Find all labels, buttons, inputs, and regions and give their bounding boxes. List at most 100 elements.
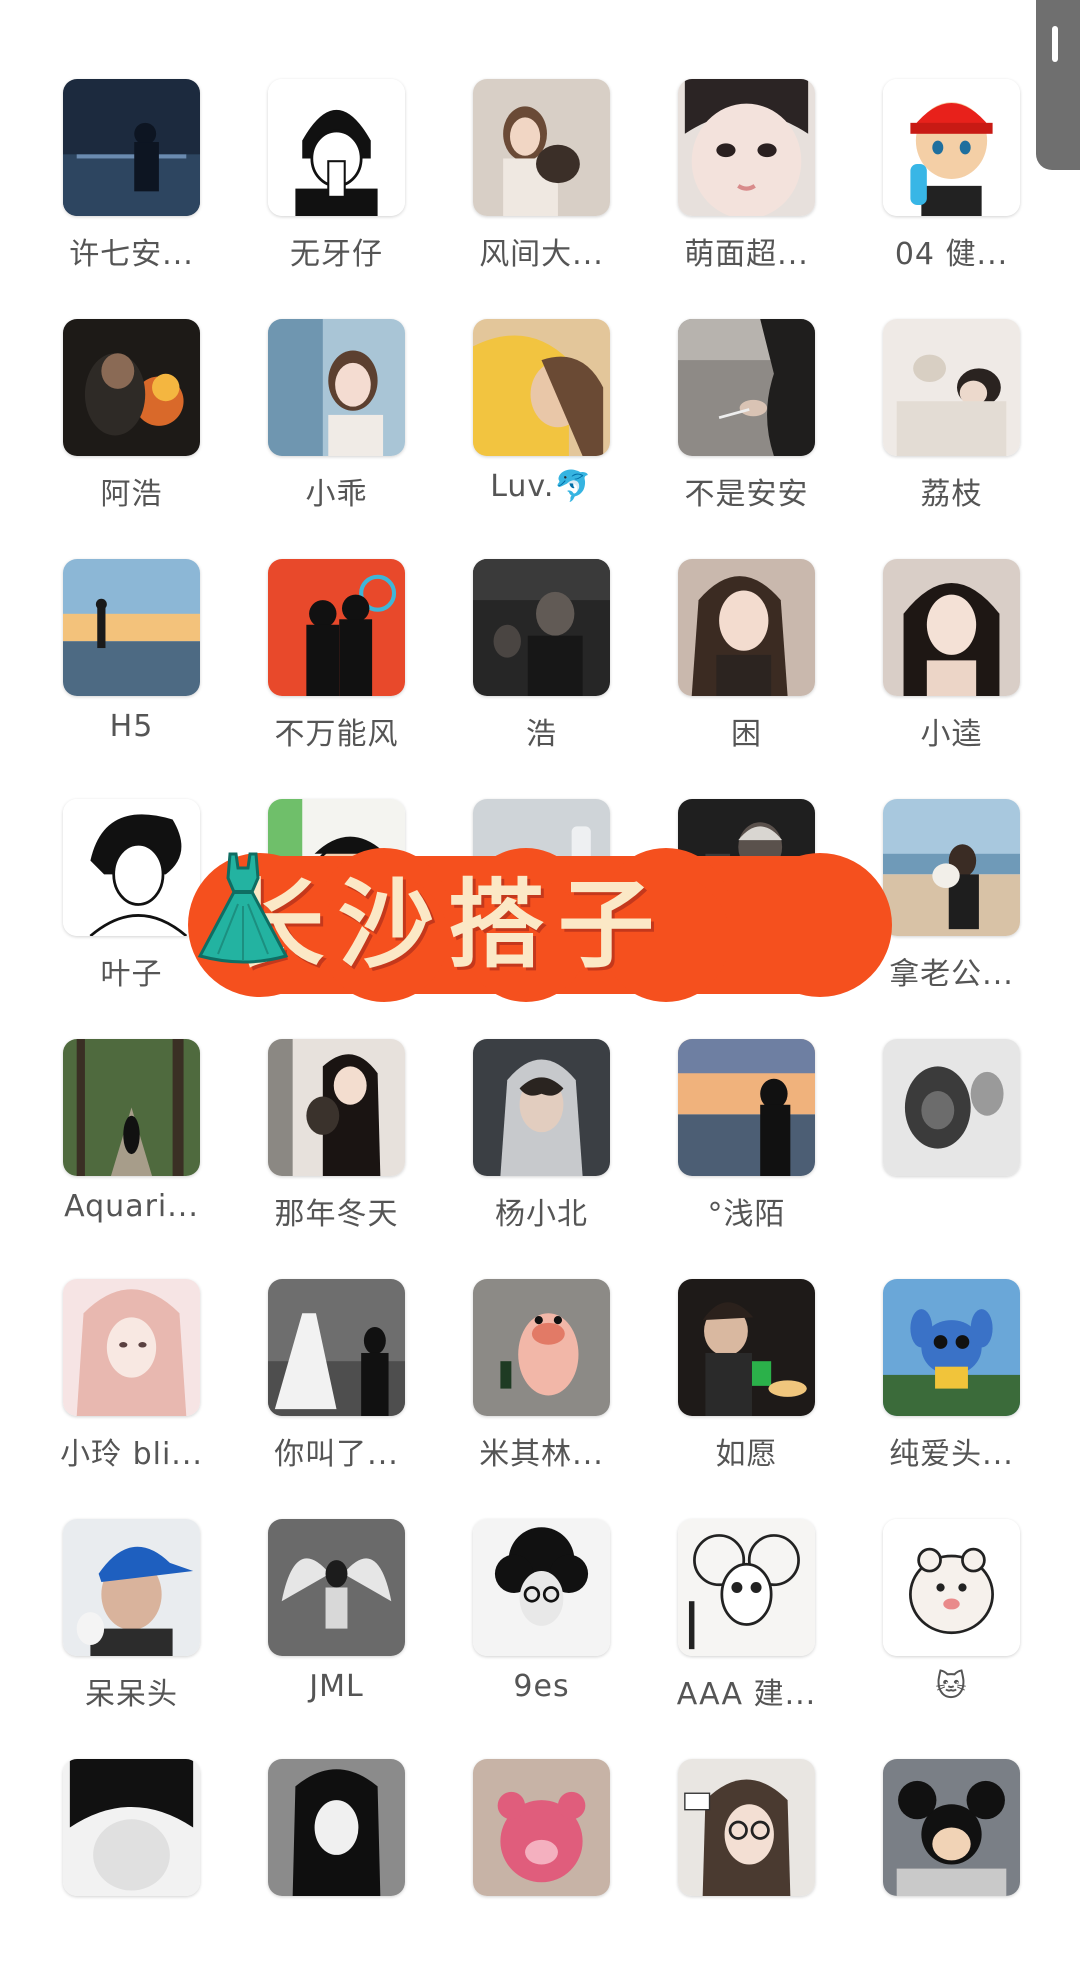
contact-item[interactable]: 纯爱头... <box>849 1279 1054 1499</box>
contact-name: 风间大... <box>479 237 604 272</box>
contact-avatar[interactable] <box>883 79 1020 216</box>
contact-avatar[interactable] <box>63 1759 200 1896</box>
contact-avatar[interactable] <box>473 1039 610 1176</box>
contact-item[interactable]: 那年冬天 <box>234 1039 439 1259</box>
contact-item[interactable]: AAA 建... <box>644 1519 849 1739</box>
contact-avatar[interactable] <box>268 79 405 216</box>
contact-name: 阿浩 <box>100 477 163 512</box>
contact-item[interactable]: Aquari... <box>29 1039 234 1259</box>
contact-name: 小玲 bli... <box>60 1437 203 1472</box>
contact-avatar[interactable] <box>268 1039 405 1176</box>
contact-item[interactable]: 杨小北 <box>439 1039 644 1259</box>
contact-item[interactable]: 🐱 <box>849 1519 1054 1739</box>
title-banner: 长沙搭子 <box>188 848 892 1002</box>
contact-item[interactable]: 阿浩 <box>29 319 234 539</box>
contact-item[interactable] <box>29 1759 234 1979</box>
contact-item[interactable]: 荔枝 <box>849 319 1054 539</box>
contact-avatar[interactable] <box>268 1759 405 1896</box>
contact-avatar[interactable] <box>883 559 1020 696</box>
contact-item[interactable]: °浅陌 <box>644 1039 849 1259</box>
contact-avatar[interactable] <box>883 1039 1020 1176</box>
contact-name: 萌面超... <box>684 237 809 272</box>
contact-item[interactable] <box>849 1759 1054 1979</box>
contact-item[interactable]: 04 健... <box>849 79 1054 299</box>
contact-item[interactable]: 困 <box>644 559 849 779</box>
dress-emoji-icon <box>197 852 289 964</box>
contact-avatar[interactable] <box>63 1279 200 1416</box>
contact-name: 你叫了... <box>274 1437 399 1472</box>
contact-item[interactable]: 小逵 <box>849 559 1054 779</box>
contact-name: 无牙仔 <box>290 237 383 272</box>
contact-item[interactable]: 如愿 <box>644 1279 849 1499</box>
contact-item[interactable]: 不万能风 <box>234 559 439 779</box>
contact-avatar[interactable] <box>268 319 405 456</box>
contact-name: °浅陌 <box>707 1197 786 1232</box>
contact-item[interactable] <box>644 1759 849 1979</box>
contact-item[interactable]: 萌面超... <box>644 79 849 299</box>
contact-item[interactable]: 风间大... <box>439 79 644 299</box>
contact-item[interactable]: 浩 <box>439 559 644 779</box>
contact-avatar[interactable] <box>883 1279 1020 1416</box>
contact-item[interactable]: H5 <box>29 559 234 779</box>
contact-avatar[interactable] <box>63 799 200 936</box>
contact-avatar[interactable] <box>63 319 200 456</box>
contact-name: 不万能风 <box>274 717 399 752</box>
contact-item[interactable]: 无牙仔 <box>234 79 439 299</box>
contact-name: 许七安... <box>69 237 194 272</box>
contact-avatar[interactable] <box>678 1519 815 1656</box>
contact-avatar[interactable] <box>883 799 1020 936</box>
contact-avatar[interactable] <box>473 79 610 216</box>
contact-avatar[interactable] <box>883 1759 1020 1896</box>
contact-name: AAA 建... <box>676 1677 817 1712</box>
contact-item[interactable]: 9es <box>439 1519 644 1739</box>
contact-avatar[interactable] <box>63 79 200 216</box>
contact-item[interactable]: 小玲 bli... <box>29 1279 234 1499</box>
scroll-handle-grip <box>1052 26 1058 62</box>
contact-item[interactable]: 米其林... <box>439 1279 644 1499</box>
contact-name: 小逵 <box>920 717 983 752</box>
contact-name: H5 <box>109 709 154 744</box>
contact-avatar[interactable] <box>678 559 815 696</box>
contact-avatar[interactable] <box>678 1039 815 1176</box>
contact-avatar[interactable] <box>678 1279 815 1416</box>
contact-item[interactable]: JML <box>234 1519 439 1739</box>
contact-avatar[interactable] <box>883 319 1020 456</box>
contact-avatar[interactable] <box>63 1519 200 1656</box>
contact-item[interactable]: 小乖 <box>234 319 439 539</box>
contact-item[interactable] <box>849 1039 1054 1259</box>
contact-avatar[interactable] <box>473 319 610 456</box>
contact-avatar[interactable] <box>268 1279 405 1416</box>
contact-item[interactable]: 你叫了... <box>234 1279 439 1499</box>
contact-avatar[interactable] <box>473 1759 610 1896</box>
scroll-handle[interactable] <box>1036 0 1080 170</box>
contact-avatar[interactable] <box>678 79 815 216</box>
contact-name: 04 健... <box>894 237 1009 272</box>
contact-name: Luv.🐬 <box>490 469 593 504</box>
contact-name: 小乖 <box>305 477 368 512</box>
contact-name: 9es <box>513 1669 570 1704</box>
contact-avatar[interactable] <box>678 1759 815 1896</box>
contact-name: 🐱 <box>935 1669 968 1704</box>
contact-name: 杨小北 <box>495 1197 588 1232</box>
contact-name: 纯爱头... <box>889 1437 1014 1472</box>
contact-avatar[interactable] <box>473 559 610 696</box>
contact-item[interactable]: 呆呆头 <box>29 1519 234 1739</box>
contact-avatar[interactable] <box>883 1519 1020 1656</box>
contact-avatar[interactable] <box>63 559 200 696</box>
contact-name: 呆呆头 <box>85 1677 178 1712</box>
contact-avatar[interactable] <box>473 1519 610 1656</box>
contact-name: 荔枝 <box>920 477 983 512</box>
contact-item[interactable]: 许七安... <box>29 79 234 299</box>
contact-item[interactable] <box>234 1759 439 1979</box>
contact-name: 米其林... <box>479 1437 604 1472</box>
contact-item[interactable]: Luv.🐬 <box>439 319 644 539</box>
contact-avatar[interactable] <box>473 1279 610 1416</box>
contact-avatar[interactable] <box>678 319 815 456</box>
contact-item[interactable]: 不是安安 <box>644 319 849 539</box>
contact-avatar[interactable] <box>63 1039 200 1176</box>
contact-avatar[interactable] <box>268 559 405 696</box>
contact-item[interactable] <box>439 1759 644 1979</box>
contact-name: 不是安安 <box>684 477 809 512</box>
contact-avatar[interactable] <box>268 1519 405 1656</box>
contact-name: JML <box>309 1669 364 1704</box>
